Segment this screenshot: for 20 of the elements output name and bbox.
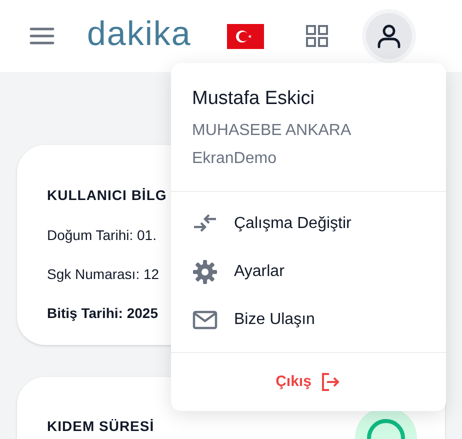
card-title: KIDEM SÜRESİ [47, 417, 154, 436]
menu-item[interactable]: Çalışma Değiştir [171, 200, 446, 248]
department-text: MUHASEBE ANKARA [192, 121, 352, 141]
flag-icon[interactable] [227, 24, 264, 48]
menu-icon[interactable] [29, 26, 55, 46]
logout-icon [321, 372, 342, 392]
user-name: Mustafa Eskici [192, 87, 316, 111]
profile-button[interactable] [366, 13, 412, 59]
settings-icon [192, 259, 218, 285]
logout-link[interactable]: Çıkış [276, 370, 342, 394]
info-line: Bitiş Tarihi: 2025 [47, 304, 158, 323]
grid-icon[interactable] [305, 24, 330, 48]
company-text: EkranDemo [192, 149, 278, 169]
info-line: Doğum Tarihi: 01. [47, 226, 156, 245]
user-icon [376, 23, 402, 49]
menu-item[interactable]: Bize Ulaşın [171, 296, 446, 344]
menu-item[interactable]: Ayarlar [171, 248, 446, 296]
info-line: Sgk Numarası: 12 [47, 265, 160, 284]
logo[interactable]: dakika [87, 17, 192, 51]
card-title: KULLANICI BİLG [47, 186, 167, 205]
